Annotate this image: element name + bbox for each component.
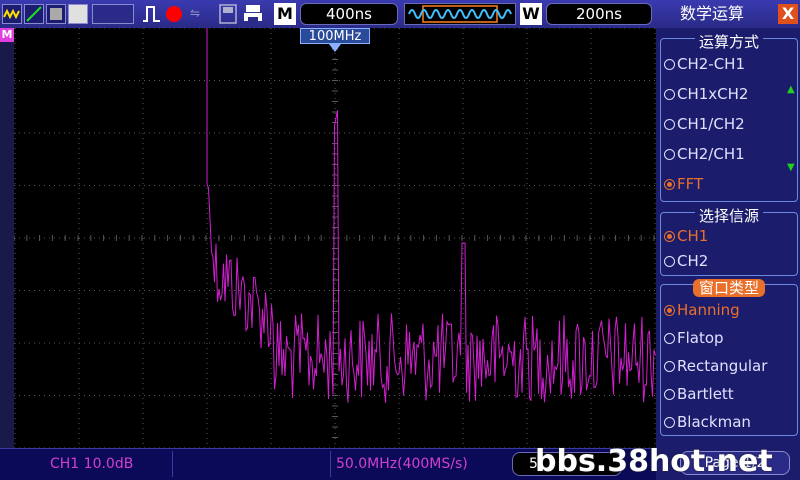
window-hanning[interactable]: Hanning [664,301,740,319]
scroll-down-icon[interactable]: ▼ [787,162,795,173]
source-group-title: 选择信源 [694,207,763,225]
save-icon[interactable] [218,3,238,29]
radio-selected-icon [664,179,675,190]
source-ch2[interactable]: CH2 [664,252,708,270]
left-strip [0,42,14,448]
window-timebase-tag: W [520,3,542,25]
close-button[interactable]: X [778,4,798,24]
window-flatop[interactable]: Flatop [664,329,724,347]
top-toolbar: ⇋ M 400ns W 200ns [0,0,656,28]
operation-group-title: 运算方式 [694,33,763,51]
scope-display[interactable] [14,28,656,448]
blank-slot [92,4,134,24]
radio-icon [664,149,675,160]
channel-scale: CH1 10.0dB [50,456,134,472]
fft-trace [206,28,656,403]
status-divider [172,451,173,477]
print-icon[interactable] [242,3,264,29]
scroll-up-icon[interactable]: ▲ [787,84,795,95]
status-divider [330,451,331,477]
option-ch1-times-ch2[interactable]: CH1xCH2 [664,85,748,103]
frequency-marker-arrow [329,44,341,52]
option-ch2-div-ch1[interactable]: CH2/CH1 [664,145,745,163]
window-group-title: 窗口类型 [692,279,765,297]
radio-icon [664,389,675,400]
watermark: bbs.38hot.net [535,444,773,479]
panel-title-text: 数学运算 [680,4,745,23]
option-fft[interactable]: FFT [664,175,703,193]
math-channel-tag: M [0,28,14,42]
window-zoom-indicator[interactable] [404,3,516,25]
radio-icon [664,119,675,130]
radio-icon [664,417,675,428]
main-timebase-value[interactable]: 400ns [300,3,398,25]
source-ch1[interactable]: CH1 [664,227,708,245]
option-ch1-div-ch2[interactable]: CH1/CH2 [664,115,745,133]
waveform-icon[interactable] [2,4,22,24]
radio-selected-icon [664,231,675,242]
center-frequency-rate: 50.0MHz(400MS/s) [336,456,468,472]
persist-icon[interactable] [46,4,66,24]
display-mode-icon[interactable] [68,4,88,24]
option-ch2-minus-ch1[interactable]: CH2-CH1 [664,55,745,73]
grid [14,28,656,448]
window-timebase-value[interactable]: 200ns [546,3,652,25]
line-icon[interactable] [24,4,44,24]
record-icon[interactable] [166,6,182,22]
radio-selected-icon [664,305,675,316]
radio-icon [664,59,675,70]
frequency-marker[interactable]: 100MHz [300,28,370,44]
window-blackman[interactable]: Blackman [664,413,751,431]
radio-icon [664,256,675,267]
window-bartlett[interactable]: Bartlett [664,385,734,403]
trigger-pulse-icon[interactable] [142,5,162,27]
radio-icon [664,361,675,372]
radio-icon [664,333,675,344]
usb-icon: ⇋ [190,6,201,20]
main-timebase-tag: M [274,3,296,25]
window-rectangular[interactable]: Rectangular [664,357,767,375]
fft-plot [14,28,656,448]
radio-icon [664,89,675,100]
